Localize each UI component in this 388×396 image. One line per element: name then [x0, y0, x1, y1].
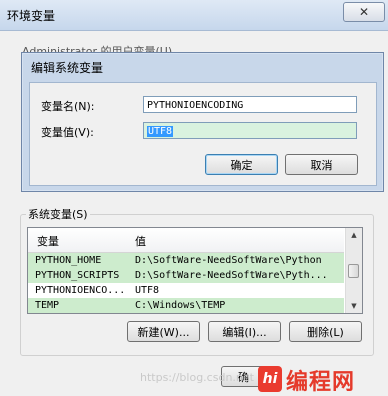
- outer-close-button[interactable]: ✕: [343, 2, 385, 22]
- edit-dialog-title: 编辑系统变量: [31, 61, 104, 75]
- row-variable-name: PYTHONIOENCO...: [35, 285, 126, 296]
- row-variable-name: TEMP: [35, 300, 60, 311]
- list-header: 变量 值: [28, 228, 344, 253]
- watermark-url: https://blog.csdn.net: [140, 371, 254, 384]
- row-variable-value: D:\SoftWare-NeedSoftWare\Python: [135, 255, 322, 266]
- table-row[interactable]: TEMP C:\Windows\TEMP: [28, 298, 344, 313]
- cancel-button[interactable]: 取消: [285, 154, 358, 175]
- scroll-thumb[interactable]: [348, 264, 359, 278]
- variable-name-label: 变量名(N):: [41, 100, 95, 113]
- outer-window-title: 环境变量: [7, 9, 56, 23]
- table-row[interactable]: PYTHON_HOME D:\SoftWare-NeedSoftWare\Pyt…: [28, 253, 344, 268]
- row-variable-name: PYTHON_HOME: [35, 255, 102, 266]
- delete-variable-button[interactable]: 删除(L): [289, 321, 362, 342]
- system-variables-label: 系统变量(S): [26, 206, 90, 222]
- system-variables-list[interactable]: 变量 值 PYTHON_HOME D:\SoftWare-NeedSoftWar…: [27, 227, 363, 314]
- row-variable-value: C:\Windows\TEMP: [135, 300, 226, 311]
- scroll-up-arrow-icon[interactable]: ▲: [346, 228, 362, 242]
- column-header-value[interactable]: 值: [135, 233, 146, 249]
- ok-button[interactable]: 确定: [205, 154, 278, 175]
- edit-system-variable-dialog: 编辑系统变量 变量名(N): PYTHONIOENCODING 变量值(V): …: [21, 52, 384, 192]
- edit-dialog-client: 变量名(N): PYTHONIOENCODING 变量值(V): UTF8 确定…: [29, 82, 377, 186]
- edit-dialog-titlebar[interactable]: 编辑系统变量: [22, 53, 383, 79]
- variable-name-value: PYTHONIOENCODING: [147, 100, 244, 111]
- close-icon: ✕: [358, 5, 370, 19]
- edit-variable-button[interactable]: 编辑(I)...: [208, 321, 281, 342]
- logo-badge: hi: [258, 366, 282, 392]
- variable-value-selection: UTF8: [147, 126, 174, 137]
- new-variable-button[interactable]: 新建(W)...: [127, 321, 200, 342]
- scroll-down-arrow-icon[interactable]: ▼: [346, 299, 362, 313]
- table-row[interactable]: PYTHON_SCRIPTS D:\SoftWare-NeedSoftWare\…: [28, 268, 344, 283]
- variable-value-input[interactable]: UTF8: [143, 122, 357, 139]
- outer-titlebar: 环境变量 ✕: [0, 0, 388, 31]
- variable-value-label: 变量值(V):: [41, 126, 94, 139]
- variable-name-input[interactable]: PYTHONIOENCODING: [143, 96, 357, 113]
- table-row[interactable]: PYTHONIOENCO... UTF8: [28, 283, 344, 298]
- logo-text: 编程网: [286, 370, 356, 395]
- list-scrollbar[interactable]: ▲ ▼: [345, 228, 362, 313]
- column-header-variable[interactable]: 变量: [37, 233, 59, 249]
- row-variable-value: D:\SoftWare-NeedSoftWare\Pyth...: [135, 270, 328, 281]
- row-variable-name: PYTHON_SCRIPTS: [35, 270, 120, 281]
- row-variable-value: UTF8: [135, 285, 160, 296]
